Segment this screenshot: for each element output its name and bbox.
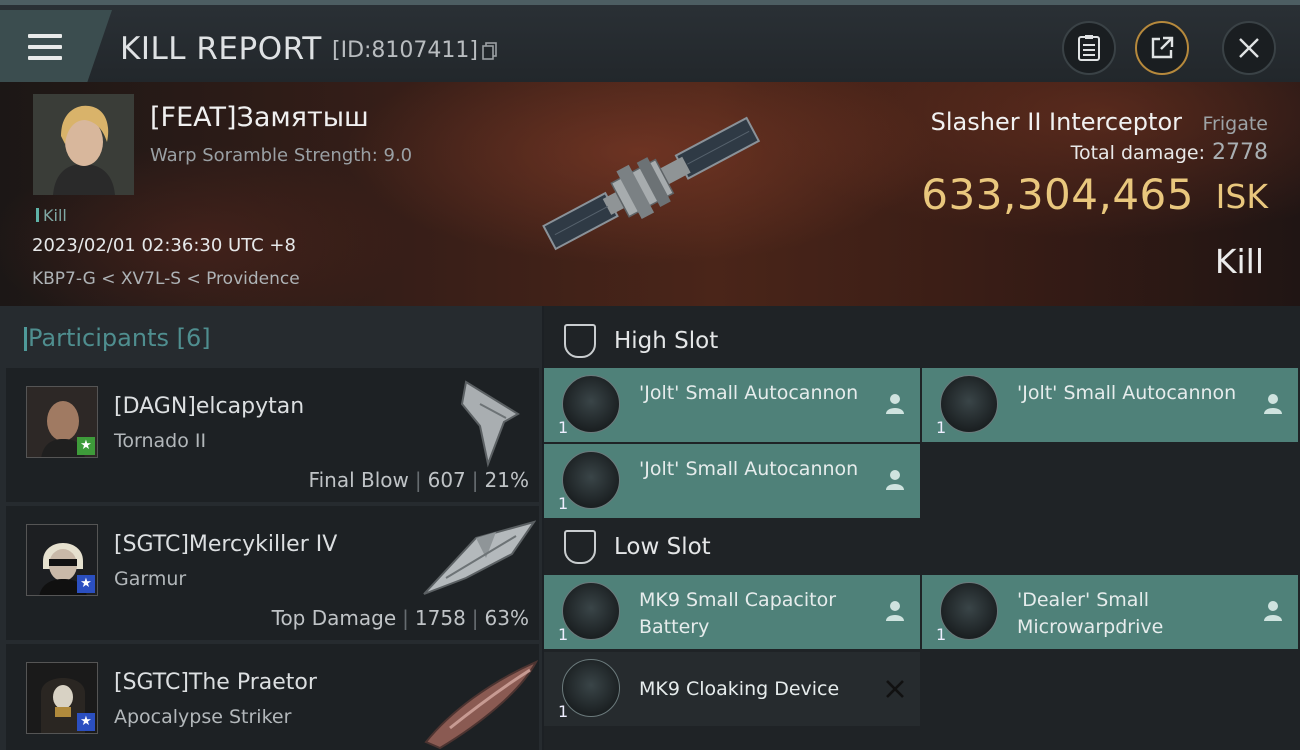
participant-damage: 607 (427, 468, 466, 492)
star-badge-icon: ★ (77, 575, 95, 593)
participant-role: Final Blow (308, 468, 409, 492)
total-damage-label: Total damage: (1070, 142, 1205, 164)
fitting-panel: High Slot 1 'Jolt' Small Autocannon 1 'J… (544, 306, 1300, 750)
participants-header: Participants [6] (24, 324, 211, 352)
isk-value: 633,304,465 (921, 170, 1194, 219)
share-icon (1151, 36, 1174, 59)
pilot-portrait-image (33, 94, 134, 195)
module-name: 'Jolt' Small Autocannon (1017, 382, 1237, 404)
participant-ship: Apocalypse Striker (114, 706, 292, 728)
participant-name: [DAGN]elcapytan (114, 394, 305, 419)
participant-avatar: ★ (26, 386, 98, 458)
close-button[interactable] (1222, 21, 1276, 75)
participant-ship: Garmur (114, 568, 187, 590)
module-tile[interactable]: 1 MK9 Cloaking Device (544, 652, 920, 726)
module-tile[interactable]: 1 'Jolt' Small Autocannon (922, 368, 1298, 442)
victim-summary: [FEAT]Замятыш Warp Soramble Strength: 9.… (0, 82, 1300, 306)
participants-label: Participants (28, 324, 169, 352)
participant-ship: Tornado II (114, 430, 207, 452)
participants-panel: Participants [6] ★ [DAGN]elcapytan Torna… (0, 306, 542, 750)
clipboard-button[interactable] (1062, 21, 1116, 75)
autocannon-icon (940, 375, 998, 433)
module-name: MK9 Small Capacitor Battery (639, 589, 837, 638)
victim-subtitle: Warp Soramble Strength: 9.0 (150, 145, 413, 166)
participant-name: [SGTC]The Praetor (114, 670, 317, 695)
participant-card[interactable]: ★ [DAGN]elcapytan Tornado II Final Blow |… (6, 368, 539, 502)
pilot-icon (886, 601, 904, 621)
participant-stats: Top Damage | 1758 | 63% (271, 606, 529, 630)
kill-location[interactable]: KBP7-G < XV7L-S < Providence (32, 269, 300, 289)
module-quantity: 1 (558, 625, 569, 644)
cloaking-device-icon (562, 659, 620, 717)
top-bar: KILL REPORT [ID:8107411] (0, 0, 1300, 82)
autocannon-icon (562, 375, 620, 433)
autocannon-icon (562, 451, 620, 509)
report-id: [ID:8107411] (332, 38, 478, 63)
module-tile[interactable]: 1 'Dealer' Small Microwarpdrive (922, 575, 1298, 649)
victim-ship-image[interactable] (520, 102, 780, 277)
participant-damage: 1758 (414, 606, 466, 630)
copy-icon[interactable] (482, 42, 498, 61)
pilot-icon (1264, 601, 1282, 621)
module-quantity: 1 (558, 702, 569, 721)
module-name: 'Jolt' Small Autocannon (639, 382, 859, 404)
clipboard-icon (1078, 35, 1100, 61)
participant-avatar: ★ (26, 524, 98, 596)
low-slot-label: Low Slot (614, 534, 711, 560)
pilot-icon (1264, 394, 1282, 414)
participant-name: [SGTC]Mercykiller IV (114, 532, 338, 557)
module-tile[interactable]: 1 'Jolt' Small Autocannon (544, 444, 920, 518)
module-quantity: 1 (936, 625, 947, 644)
isk-unit: ISK (1215, 177, 1268, 216)
capacitor-battery-icon (562, 582, 620, 640)
participant-percent: 21% (484, 468, 529, 492)
victim-ship-class: Frigate (1202, 113, 1268, 135)
low-slot-icon (564, 530, 596, 564)
participant-role: Top Damage (271, 606, 397, 630)
module-quantity: 1 (558, 418, 569, 437)
module-name: 'Jolt' Small Autocannon (639, 458, 859, 480)
destroyed-x-icon (886, 680, 904, 698)
kill-result: Kill (1214, 242, 1264, 281)
victim-portrait[interactable] (33, 94, 134, 195)
participant-card[interactable]: ★ [SGTC]Mercykiller IV Garmur Top Damage… (6, 506, 539, 640)
participant-stats: Final Blow | 607 | 21% (308, 468, 529, 492)
kill-datetime: 2023/02/01 02:36:30 UTC +8 (32, 235, 296, 256)
pilot-icon (886, 394, 904, 414)
module-tile[interactable]: 1 'Jolt' Small Autocannon (544, 368, 920, 442)
total-damage-value: 2778 (1212, 140, 1268, 165)
kill-tag: Kill (36, 206, 67, 225)
participants-count: [6] (176, 324, 211, 352)
high-slot-label: High Slot (614, 328, 719, 354)
star-badge-icon: ★ (77, 437, 95, 455)
star-badge-icon: ★ (77, 713, 95, 731)
menu-button[interactable] (0, 10, 112, 82)
close-icon (1239, 38, 1259, 58)
participant-ship-image (424, 659, 539, 750)
participant-ship-image (423, 520, 536, 595)
participant-card[interactable]: ★ [SGTC]The Praetor Apocalypse Striker (6, 644, 539, 750)
module-name: MK9 Cloaking Device (639, 678, 840, 700)
participant-percent: 63% (484, 606, 529, 630)
pilot-icon (886, 470, 904, 490)
hamburger-icon (28, 34, 62, 60)
page-title: KILL REPORT (120, 31, 322, 67)
participant-avatar: ★ (26, 662, 98, 734)
module-name: 'Dealer' Small Microwarpdrive (1017, 589, 1164, 638)
high-slot-icon (564, 324, 596, 358)
module-quantity: 1 (558, 494, 569, 513)
module-tile[interactable]: 1 MK9 Small Capacitor Battery (544, 575, 920, 649)
module-quantity: 1 (936, 418, 947, 437)
microwarpdrive-icon (940, 582, 998, 640)
share-button[interactable] (1135, 21, 1189, 75)
participant-ship-image (460, 380, 520, 468)
victim-name[interactable]: [FEAT]Замятыш (150, 102, 369, 133)
victim-ship-name[interactable]: Slasher II Interceptor (931, 108, 1182, 136)
